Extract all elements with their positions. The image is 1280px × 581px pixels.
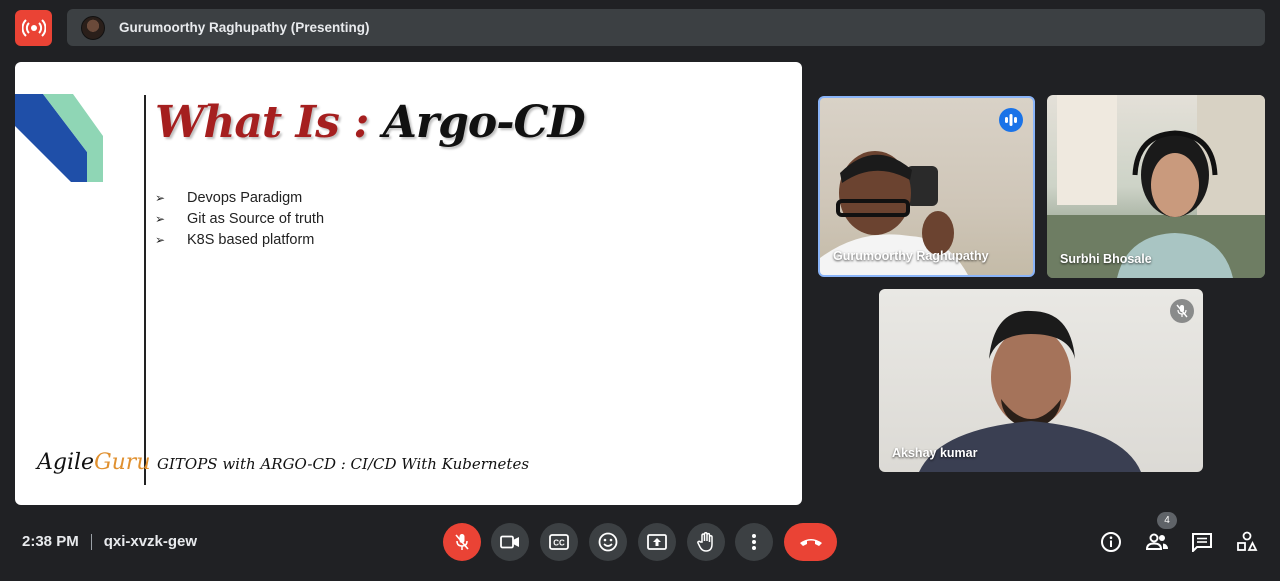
microphone-toggle-button[interactable] <box>443 523 481 561</box>
slide-bullet-list: ➢ Devops Paradigm ➢ Git as Source of truth… <box>155 187 324 250</box>
presenter-name: Gurumoorthy Raghupathy (Presenting) <box>119 20 370 35</box>
more-options-icon <box>752 534 756 550</box>
slide-title-part2: Argo-CD <box>382 97 586 148</box>
slide-bullet: ➢ Devops Paradigm <box>155 189 303 206</box>
speaking-indicator-icon <box>999 108 1023 132</box>
participant-name: Surbhi Bhosale <box>1060 252 1152 266</box>
people-count-badge: 4 <box>1157 512 1177 529</box>
participant-name: Gurumoorthy Raghupathy <box>833 249 989 263</box>
participant-video <box>1047 95 1265 278</box>
raise-hand-button[interactable] <box>687 523 725 561</box>
camera-icon <box>500 535 519 549</box>
slide-brand-logo: AgileGuru <box>37 450 151 475</box>
activities-icon <box>1237 531 1258 551</box>
participant-video <box>919 310 1141 472</box>
live-broadcast-icon <box>21 19 46 37</box>
mic-off-icon <box>455 534 469 550</box>
chat-button[interactable] <box>1190 530 1214 554</box>
present-screen-icon <box>647 534 667 550</box>
more-options-button[interactable] <box>735 523 773 561</box>
leave-call-button[interactable] <box>784 523 837 561</box>
presentation-slide: What Is : Argo-CD ➢ Devops Paradigm ➢ Git … <box>15 62 802 505</box>
participant-tile-gurumoorthy[interactable]: Gurumoorthy Raghupathy <box>818 96 1035 277</box>
presenter-avatar <box>81 15 105 40</box>
raise-hand-icon <box>697 532 713 552</box>
live-broadcast-button[interactable] <box>15 10 52 46</box>
meeting-time: 2:38 PM <box>22 533 79 550</box>
slide-bullet: ➢ Git as Source of truth <box>155 210 325 227</box>
hang-up-icon <box>799 539 822 546</box>
present-now-button[interactable] <box>638 523 676 561</box>
participant-name: Akshay kumar <box>892 446 978 460</box>
meeting-code: qxi-xvzk-gew <box>103 533 198 550</box>
mic-muted-icon <box>1170 299 1194 323</box>
emoji-icon <box>598 532 618 552</box>
emoji-reactions-button[interactable] <box>589 523 627 561</box>
slide-title: What Is : Argo-CD <box>155 97 586 148</box>
meeting-info: 2:38 PM qxi-xvzk-gew <box>22 533 197 550</box>
slide-footer: GITOPS with ARGO-CD : CI/CD With Kuberne… <box>157 455 530 473</box>
chat-icon <box>1192 533 1212 552</box>
people-icon <box>1145 533 1168 550</box>
slide-title-part1: What Is : <box>155 97 383 148</box>
info-icon <box>1101 532 1121 552</box>
meeting-details-button[interactable] <box>1099 530 1123 554</box>
captions-button[interactable]: CC <box>540 523 578 561</box>
slide-logo-stripes <box>15 94 103 182</box>
slide-bullet: ➢ K8S based platform <box>155 231 315 248</box>
activities-button[interactable] <box>1235 530 1259 554</box>
people-button[interactable] <box>1145 530 1169 554</box>
bullet-arrow-icon: ➢ <box>155 211 166 226</box>
participant-tile-surbhi[interactable]: Surbhi Bhosale <box>1047 95 1265 278</box>
captions-icon: CC <box>549 534 569 550</box>
bullet-arrow-icon: ➢ <box>155 232 166 247</box>
meeting-info-divider <box>90 533 92 550</box>
slide-divider <box>144 95 146 485</box>
svg-text:CC: CC <box>553 539 565 548</box>
bullet-arrow-icon: ➢ <box>155 190 166 205</box>
camera-toggle-button[interactable] <box>491 523 529 561</box>
participant-tile-akshay[interactable]: Akshay kumar <box>879 289 1203 472</box>
presenter-bar[interactable]: Gurumoorthy Raghupathy (Presenting) <box>67 9 1265 46</box>
